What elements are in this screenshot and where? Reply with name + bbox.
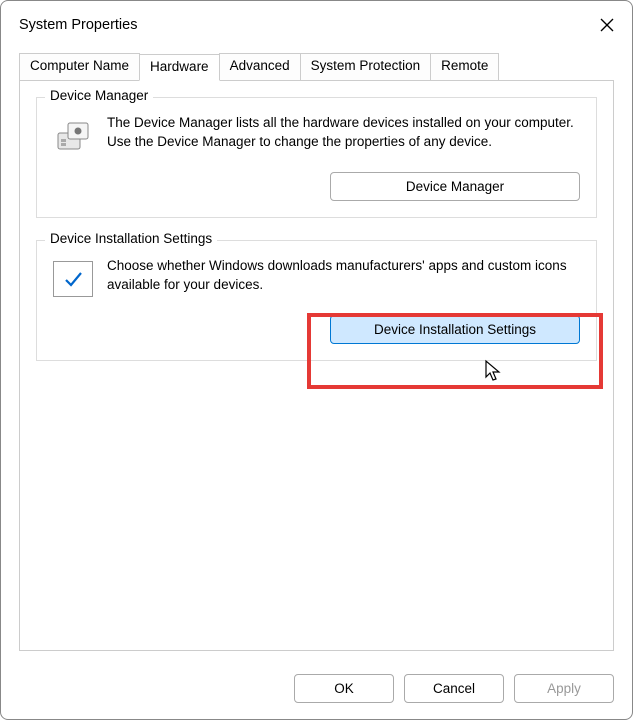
device-installation-legend: Device Installation Settings bbox=[45, 231, 217, 246]
device-installation-group: Device Installation Settings Choose whet… bbox=[36, 240, 597, 361]
device-installation-description: Choose whether Windows downloads manufac… bbox=[107, 257, 582, 295]
system-properties-window: System Properties Computer Name Hardware… bbox=[0, 0, 633, 720]
device-manager-description: The Device Manager lists all the hardwar… bbox=[107, 114, 582, 152]
cursor-icon bbox=[484, 359, 504, 386]
device-manager-legend: Device Manager bbox=[45, 88, 153, 103]
ok-button[interactable]: OK bbox=[294, 674, 394, 703]
apply-button[interactable]: Apply bbox=[514, 674, 614, 703]
tab-hardware[interactable]: Hardware bbox=[139, 54, 220, 81]
tab-computer-name[interactable]: Computer Name bbox=[19, 53, 140, 80]
titlebar: System Properties bbox=[1, 1, 632, 45]
device-manager-icon bbox=[51, 114, 95, 158]
tab-panel: Device Manager The Device Manager lists … bbox=[19, 80, 614, 651]
dialog-button-bar: OK Cancel Apply bbox=[1, 664, 632, 719]
tab-advanced[interactable]: Advanced bbox=[219, 53, 301, 80]
device-manager-group: Device Manager The Device Manager lists … bbox=[36, 97, 597, 218]
window-title: System Properties bbox=[19, 17, 137, 33]
tabstrip: Computer Name Hardware Advanced System P… bbox=[1, 53, 632, 81]
close-button[interactable] bbox=[596, 14, 618, 36]
device-manager-button[interactable]: Device Manager bbox=[330, 172, 580, 201]
tab-remote[interactable]: Remote bbox=[430, 53, 499, 80]
tab-system-protection[interactable]: System Protection bbox=[300, 53, 432, 80]
cancel-button[interactable]: Cancel bbox=[404, 674, 504, 703]
check-icon bbox=[62, 268, 84, 290]
device-installation-icon bbox=[51, 257, 95, 301]
device-installation-settings-button[interactable]: Device Installation Settings bbox=[330, 315, 580, 344]
close-icon bbox=[600, 18, 614, 32]
